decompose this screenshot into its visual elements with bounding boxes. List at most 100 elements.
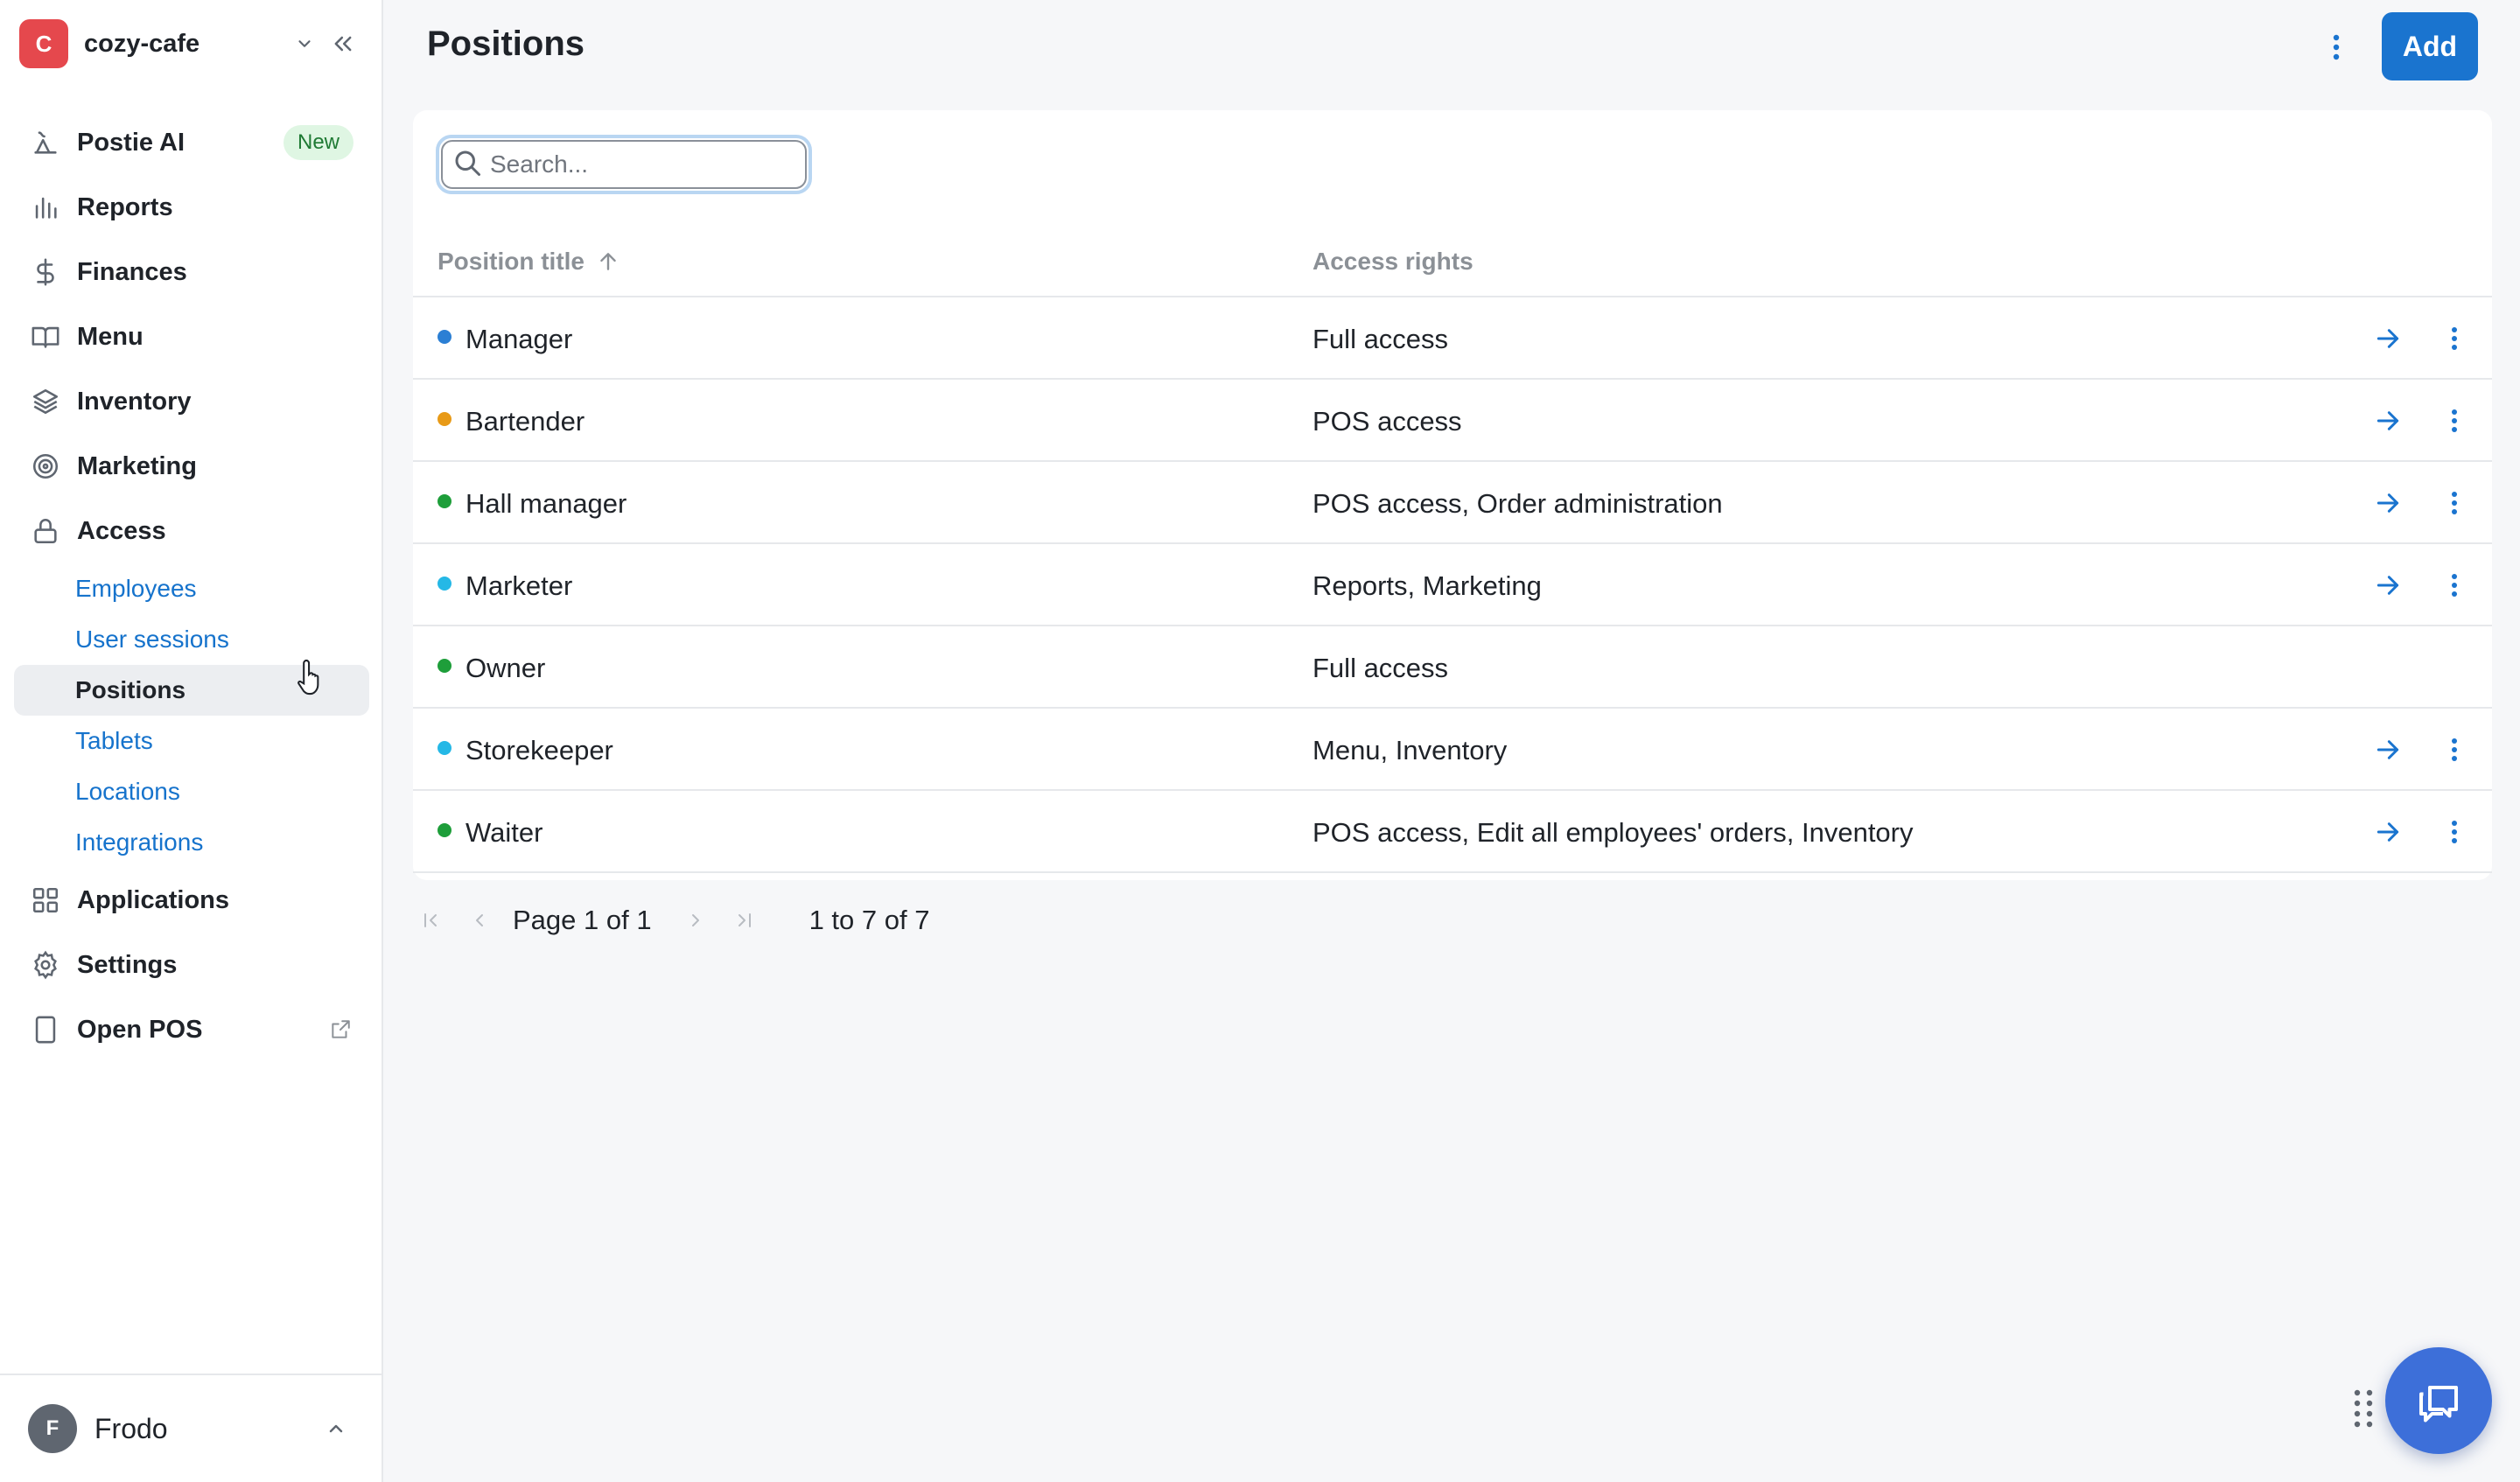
postie-icon xyxy=(30,127,61,158)
sidebar-item-locations[interactable]: Locations xyxy=(14,766,369,817)
sidebar-item-label: Marketing xyxy=(77,451,197,480)
table-row[interactable]: Owner Full access xyxy=(413,626,2492,709)
lock-icon xyxy=(30,515,61,547)
sidebar-item-open-pos[interactable]: Open POS xyxy=(14,997,369,1062)
main-content: Positions Add Position title Access righ… xyxy=(385,0,2520,1482)
status-dot xyxy=(438,659,452,673)
access-rights-cell: Menu, Inventory xyxy=(1312,735,1508,765)
status-dot xyxy=(438,494,452,508)
sidebar: C cozy-cafe Postie AI New Reports Financ… xyxy=(0,0,383,1482)
position-title-cell: Manager xyxy=(466,324,573,354)
more-options-icon[interactable] xyxy=(2434,565,2474,605)
sidebar-item-tablets[interactable]: Tablets xyxy=(14,716,369,766)
org-switcher[interactable]: C cozy-cafe xyxy=(19,19,362,68)
hand-cursor-icon xyxy=(296,658,327,696)
last-page-icon[interactable] xyxy=(725,901,764,940)
status-dot xyxy=(438,577,452,591)
chat-icon xyxy=(2419,1386,2458,1423)
user-name: Frodo xyxy=(94,1412,168,1444)
sidebar-item-finances[interactable]: Finances xyxy=(14,240,369,304)
sidebar-item-menu[interactable]: Menu xyxy=(14,304,369,369)
results-range: 1 to 7 of 7 xyxy=(808,905,930,935)
sidebar-item-employees[interactable]: Employees xyxy=(14,563,369,614)
dollar-icon xyxy=(30,256,61,288)
target-icon xyxy=(30,451,61,482)
table-row[interactable]: Storekeeper Menu, Inventory xyxy=(413,709,2492,791)
table-row[interactable]: Marketer Reports, Marketing xyxy=(413,544,2492,626)
org-name: cozy-cafe xyxy=(84,29,200,58)
access-rights-cell: POS access, Edit all employees' orders, … xyxy=(1312,817,1914,848)
position-title-cell: Waiter xyxy=(466,817,543,848)
column-header-access-rights: Access rights xyxy=(1312,248,1474,275)
arrow-right-icon[interactable] xyxy=(2368,401,2408,441)
first-page-icon[interactable] xyxy=(411,901,450,940)
table-header: Position title Access rights xyxy=(413,227,2492,297)
org-avatar: C xyxy=(19,19,68,68)
sidebar-item-integrations[interactable]: Integrations xyxy=(14,817,369,868)
status-dot xyxy=(438,412,452,426)
sidebar-item-applications[interactable]: Applications xyxy=(14,868,369,933)
access-rights-cell: Full access xyxy=(1312,324,1449,354)
access-rights-cell: Full access xyxy=(1312,653,1449,683)
collapse-sidebar-icon[interactable] xyxy=(324,24,362,63)
access-rights-cell: POS access, Order administration xyxy=(1312,488,1723,519)
column-header-position-title[interactable]: Position title xyxy=(438,248,620,276)
arrow-right-icon[interactable] xyxy=(2368,730,2408,770)
arrow-right-icon[interactable] xyxy=(2368,318,2408,359)
status-dot xyxy=(438,330,452,344)
status-dot xyxy=(438,741,452,755)
position-title-cell: Storekeeper xyxy=(466,735,613,765)
page-indicator: Page 1 of 1 xyxy=(513,905,652,935)
avatar: F xyxy=(28,1404,77,1453)
access-rights-cell: POS access xyxy=(1312,406,1462,437)
more-options-icon[interactable] xyxy=(2315,26,2357,68)
previous-page-icon[interactable] xyxy=(460,901,499,940)
sidebar-item-settings[interactable]: Settings xyxy=(14,933,369,997)
arrow-right-icon[interactable] xyxy=(2368,812,2408,852)
sidebar-item-inventory[interactable]: Inventory xyxy=(14,369,369,434)
access-rights-cell: Reports, Marketing xyxy=(1312,570,1542,601)
position-title-cell: Marketer xyxy=(466,570,573,601)
search-input[interactable] xyxy=(490,150,805,178)
sidebar-item-label: Inventory xyxy=(77,387,192,416)
book-icon xyxy=(30,321,61,353)
more-options-icon[interactable] xyxy=(2434,812,2474,852)
sidebar-item-access[interactable]: Access xyxy=(14,499,369,563)
user-menu[interactable]: F Frodo xyxy=(0,1374,382,1482)
external-link-icon xyxy=(326,1015,355,1045)
table-row[interactable]: Manager Full access xyxy=(413,297,2492,380)
sidebar-nav: Postie AI New Reports Finances Menu Inve… xyxy=(14,110,369,1062)
sidebar-item-postie-ai[interactable]: Postie AI New xyxy=(14,110,369,175)
add-button[interactable]: Add xyxy=(2382,12,2478,80)
position-title-cell: Owner xyxy=(466,653,546,683)
sort-ascending-icon xyxy=(600,253,616,270)
sidebar-item-label: Reports xyxy=(77,192,173,221)
layers-icon xyxy=(30,386,61,417)
tablet-icon xyxy=(30,1014,61,1045)
table-row[interactable]: Waiter POS access, Edit all employees' or… xyxy=(413,791,2492,873)
next-page-icon[interactable] xyxy=(676,901,715,940)
more-options-icon[interactable] xyxy=(2434,401,2474,441)
search-box[interactable] xyxy=(436,135,812,194)
chevron-down-icon[interactable] xyxy=(285,24,324,63)
access-submenu: Employees User sessions Positions Tablet… xyxy=(14,563,369,868)
chevron-up-icon[interactable] xyxy=(317,1409,355,1448)
arrow-right-icon[interactable] xyxy=(2368,565,2408,605)
sidebar-item-marketing[interactable]: Marketing xyxy=(14,434,369,499)
new-badge: New xyxy=(283,125,354,160)
table-row[interactable]: Hall manager POS access, Order administra… xyxy=(413,462,2492,544)
sidebar-item-label: Open POS xyxy=(77,1015,203,1044)
more-options-icon[interactable] xyxy=(2434,318,2474,359)
sidebar-item-reports[interactable]: Reports xyxy=(14,175,369,240)
sidebar-item-label: Finances xyxy=(77,257,187,286)
more-options-icon[interactable] xyxy=(2434,483,2474,523)
pagination: Page 1 of 1 1 to 7 of 7 xyxy=(411,901,929,940)
table-row[interactable]: Bartender POS access xyxy=(413,380,2492,462)
drag-handle-icon[interactable] xyxy=(2352,1388,2375,1428)
sidebar-item-label: Applications xyxy=(77,885,230,914)
sidebar-item-label: Access xyxy=(77,516,166,545)
more-options-icon[interactable] xyxy=(2434,730,2474,770)
arrow-right-icon[interactable] xyxy=(2368,483,2408,523)
chat-support-button[interactable] xyxy=(2385,1347,2492,1454)
sidebar-item-label: Settings xyxy=(77,950,178,979)
